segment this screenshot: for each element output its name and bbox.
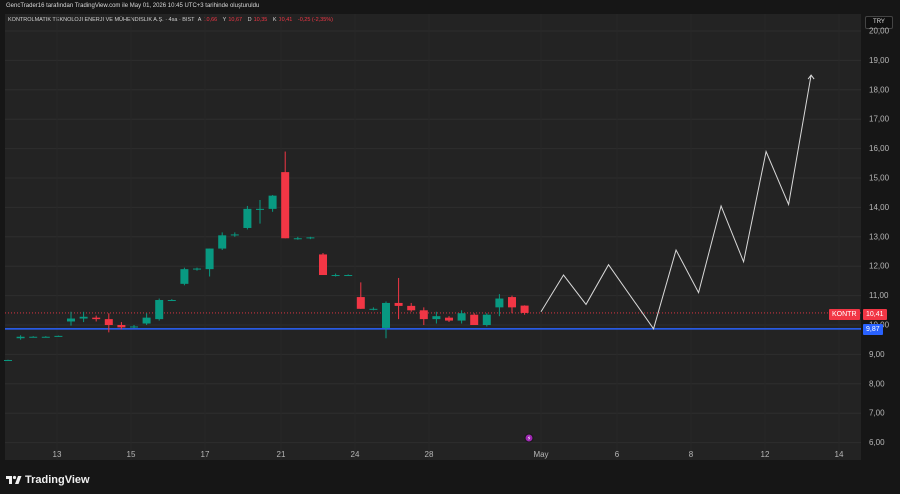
y-tick-label: 19,00 — [869, 56, 890, 65]
candle-body — [79, 316, 88, 319]
candle-body — [167, 300, 176, 302]
candle-body — [130, 326, 138, 328]
candle-body — [419, 310, 428, 320]
candle-body — [482, 314, 491, 325]
candle-body — [92, 317, 101, 320]
tradingview-logo-icon[interactable] — [6, 474, 22, 486]
candle-body — [180, 269, 189, 284]
candle-body — [67, 318, 75, 322]
candle-body — [293, 238, 302, 240]
candle-body — [117, 325, 126, 328]
y-tick-label: 20,00 — [869, 27, 890, 36]
candle-body — [407, 305, 416, 311]
y-tick-label: 8,00 — [869, 379, 885, 388]
candle-body — [319, 254, 327, 276]
last-price-label: 10,41 — [863, 309, 887, 320]
y-tick-label: 12,00 — [869, 262, 890, 271]
y-tick-label: 13,00 — [869, 232, 890, 241]
candle-body — [54, 335, 63, 337]
y-tick-label: 14,00 — [869, 203, 890, 212]
y-tick-label: 18,00 — [869, 85, 890, 94]
candle-body — [281, 172, 290, 239]
x-tick-label: 28 — [425, 450, 434, 459]
candle-body — [306, 237, 315, 239]
y-tick-label: 6,00 — [869, 438, 885, 447]
candle-body — [41, 336, 50, 338]
x-tick-label: 13 — [53, 450, 62, 459]
candle-body — [4, 359, 12, 361]
candle-body — [445, 317, 453, 321]
candle-body — [470, 314, 479, 325]
candle-body — [268, 195, 277, 209]
x-tick-label: 15 — [127, 450, 136, 459]
candle-body — [369, 308, 378, 310]
candle-body — [142, 317, 151, 324]
x-tick-label: 17 — [201, 450, 210, 459]
candlestick-chart: 6,007,008,009,0010,0011,0012,0013,0014,0… — [4, 14, 890, 460]
x-tick-label: May — [533, 450, 548, 459]
y-tick-label: 7,00 — [869, 409, 885, 418]
x-tick-label: 6 — [615, 450, 620, 459]
candle-body — [344, 275, 353, 277]
projection-path — [540, 75, 812, 330]
tradingview-logo-text[interactable]: TradingView — [25, 474, 90, 486]
candle-body — [205, 248, 214, 270]
candle-body — [230, 234, 239, 236]
x-tick-label: 8 — [689, 450, 694, 459]
y-tick-label: 15,00 — [869, 174, 890, 183]
candle-body — [356, 297, 365, 309]
candle-body — [382, 302, 390, 328]
candle-body — [243, 208, 252, 228]
candle-body — [193, 268, 201, 270]
footer-bar — [0, 468, 900, 494]
candle-body — [457, 313, 466, 321]
candle-body — [218, 235, 227, 249]
candle-body — [432, 316, 441, 320]
y-tick-label: 9,00 — [869, 350, 885, 359]
candle-body — [256, 208, 264, 210]
candle-body — [155, 300, 164, 320]
x-tick-label: 12 — [761, 450, 770, 459]
candle-body — [16, 336, 25, 339]
candle-body — [104, 319, 113, 325]
x-tick-label: 14 — [835, 450, 844, 459]
candle-body — [394, 302, 403, 306]
x-tick-label: 24 — [351, 450, 360, 459]
symbol-price-label: KONTR — [829, 309, 860, 320]
x-tick-label: 21 — [277, 450, 286, 459]
y-tick-label: 17,00 — [869, 115, 890, 124]
candle-body — [508, 297, 516, 308]
candle-body — [331, 275, 340, 277]
support-price-label: 9,87 — [863, 324, 883, 335]
candle-body — [520, 305, 529, 313]
y-tick-label: 16,00 — [869, 144, 890, 153]
candle-body — [495, 298, 504, 308]
y-tick-label: 11,00 — [869, 291, 889, 300]
candle-body — [29, 336, 38, 338]
